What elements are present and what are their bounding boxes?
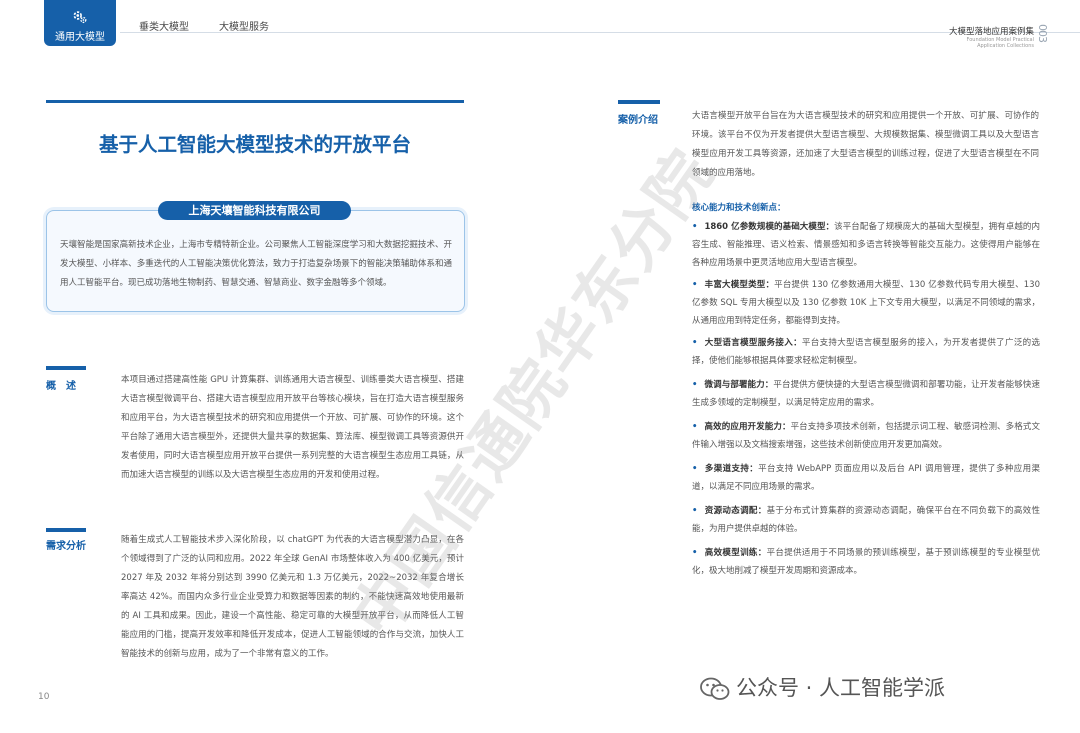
list-item: • 1860 亿参数规模的基础大模型：该平台配备了规模庞大的基础大型模型，拥有卓越… (692, 222, 1040, 268)
list-item: • 多渠道支持：平台支持 WebAPP 页面应用以及后台 API 调用管理，提供了… (692, 464, 1040, 492)
list-item: • 大型语言模型服务接入：平台支持大型语言模型服务的接入，为开发者提供了广泛的选择… (692, 338, 1040, 366)
demand-title: 需求分析 (46, 541, 86, 552)
case-rule (618, 100, 660, 104)
company-intro: 天壤智能是国家高新技术企业，上海市专精特新企业。公司聚焦人工智能深度学习和大数据… (60, 240, 452, 288)
wechat-text: 公众号 · 人工智能学派 (736, 676, 946, 700)
company-name: 上海天壤智能科技有限公司 (158, 201, 351, 220)
list-item: • 微调与部署能力：平台提供方便快捷的大型语言模型微调和部署功能，让开发者能够快速… (692, 380, 1040, 408)
tab-vertical-model[interactable]: 垂类大模型 (139, 18, 189, 33)
page-number-right: 003 (1036, 24, 1049, 42)
tab-label: 通用大模型 (55, 32, 105, 43)
series-subtitle: Foundation Model Practical Application C… (966, 37, 1034, 49)
page-number-left: 10 (38, 692, 50, 702)
page-title: 基于人工智能大模型技术的开放平台 (98, 133, 411, 156)
gear-icon (73, 11, 87, 24)
overview-text: 本项目通过搭建高性能 GPU 计算集群、训练通用大语言模型、训练垂类大语言模型、… (121, 375, 464, 480)
list-item: • 资源动态调配：基于分布式计算集群的资源动态调配，确保平台在不同负载下的高效性能… (692, 506, 1040, 534)
tab-model-service[interactable]: 大模型服务 (219, 18, 269, 33)
tab-general-model[interactable]: 通用大模型 (44, 0, 116, 46)
title-rule (46, 100, 464, 103)
list-item: • 丰富大模型类型：平台提供 130 亿参数通用大模型、130 亿参数代码专用大模… (692, 280, 1040, 326)
case-intro: 大语言模型开放平台旨在为大语言模型技术的研究和应用提供一个开放、可扩展、可协作的… (692, 111, 1039, 178)
list-item: • 高效的应用开发能力：平台支持多项技术创新，包括提示词工程、敏感词检测、多格式文… (692, 422, 1040, 450)
overview-rule (46, 366, 86, 370)
header-divider (120, 32, 1080, 33)
overview-title: 概 述 (46, 381, 76, 392)
series-title: 大模型落地应用案例集 (948, 27, 1034, 37)
list-item: • 高效模型训练：平台提供适用于不同场景的预训练模型，基于预训练模型的专业模型优化… (692, 548, 1040, 576)
demand-rule (46, 528, 86, 532)
case-title: 案例介绍 (618, 115, 658, 126)
wechat-icon (700, 677, 730, 700)
wechat-watermark: 公众号 · 人工智能学派 (700, 672, 945, 702)
